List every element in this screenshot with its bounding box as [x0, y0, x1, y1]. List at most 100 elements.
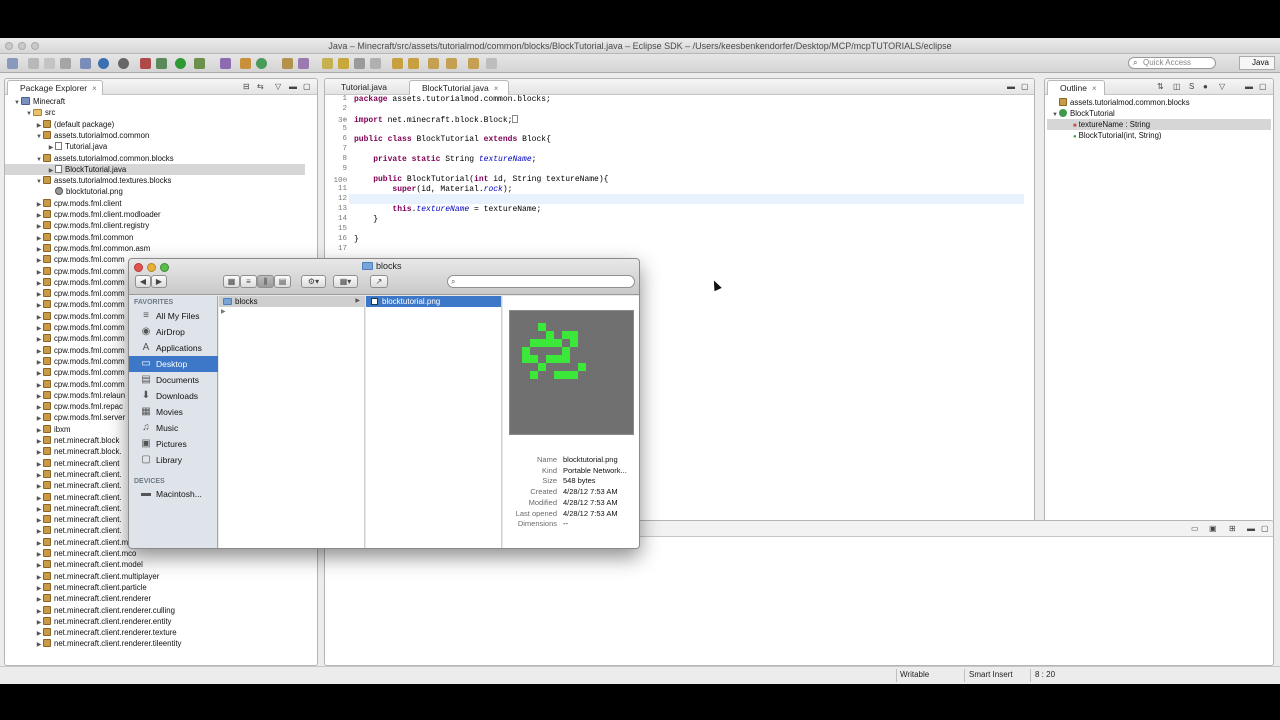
tree-item[interactable]: ▶ net.minecraft.client. [5, 503, 122, 514]
tree-item[interactable]: ▶ net.minecraft.client.renderer.entity [5, 616, 171, 627]
column-item-blocktutorial-png[interactable]: blocktutorial.png [366, 296, 501, 307]
tab-tutorial-java[interactable]: Tutorial.java [329, 80, 405, 95]
maximize-icon[interactable]: ▢ [1259, 82, 1267, 91]
tree-item[interactable]: ▶ net.minecraft.client.particle [5, 582, 147, 593]
tree-item[interactable]: ▶ net.minecraft.client.renderer [5, 593, 151, 604]
maximize-icon[interactable]: ▢ [303, 82, 311, 91]
tree-item[interactable]: ▶ net.minecraft.block [5, 435, 119, 446]
forward-icon[interactable] [446, 58, 457, 69]
close-icon[interactable]: × [92, 84, 97, 93]
view-menu-icon[interactable]: ▽ [275, 82, 281, 91]
tree-item[interactable]: ▶ cpw.mods.fml.comm [5, 367, 125, 378]
tree-item[interactable]: ▶ net.minecraft.client [5, 458, 119, 469]
tree-item[interactable]: ▶ cpw.mods.fml.comm [5, 322, 125, 333]
cover-flow-button[interactable]: ▤ [274, 275, 291, 288]
tab-package-explorer[interactable]: Package Explorer × [7, 80, 103, 95]
pin-icon[interactable] [486, 58, 497, 69]
close-window-icon[interactable] [5, 42, 13, 50]
hide-nonpublic-icon[interactable]: ● [1203, 82, 1208, 91]
close-icon[interactable]: × [494, 84, 499, 93]
skip-breakpoints-icon[interactable] [118, 58, 129, 69]
open-type-icon[interactable] [80, 58, 91, 69]
tree-item[interactable]: ▶ Tutorial.java [5, 141, 107, 152]
tree-item[interactable]: ▶ net.minecraft.client.renderer.tileentit… [5, 638, 181, 649]
debug-icon[interactable] [140, 58, 151, 69]
tree-item[interactable]: ▶ net.minecraft.client. [5, 469, 122, 480]
collapse-all-icon[interactable]: ⊟ [243, 82, 250, 91]
tree-item[interactable]: ▶ cpw.mods.fml.client.registry [5, 220, 149, 231]
sidebar-item-downloads[interactable]: ⬇ Downloads [129, 388, 218, 404]
tree-item[interactable]: ▶ net.minecraft.client. [5, 480, 122, 491]
tree-item[interactable]: ▶ cpw.mods.fml.comm [5, 333, 125, 344]
folded-code-icon[interactable] [512, 115, 519, 123]
tree-item[interactable]: ▶ cpw.mods.fml.comm [5, 254, 125, 265]
print-icon[interactable] [60, 58, 71, 69]
sidebar-item-music[interactable]: ♫ Music [129, 420, 218, 436]
tree-item[interactable]: ▶ cpw.mods.fml.server [5, 412, 125, 423]
tree-item[interactable]: ▶ ibxm [5, 424, 70, 435]
new-class-icon[interactable] [256, 58, 267, 69]
action-menu-button[interactable]: ⚙▾ [301, 275, 326, 288]
console-icon[interactable]: ▭ [1191, 524, 1199, 533]
open-folder-icon[interactable] [282, 58, 293, 69]
tree-item[interactable]: ▼ assets.tutorialmod.common [5, 130, 149, 141]
tree-item[interactable]: ▶ cpw.mods.fml.common [5, 232, 133, 243]
next-annotation-icon[interactable] [392, 58, 403, 69]
previous-annotation-icon[interactable] [408, 58, 419, 69]
hide-static-icon[interactable]: S [1189, 82, 1194, 91]
tree-item[interactable]: ▶ net.minecraft.block. [5, 446, 122, 457]
tree-item[interactable]: ▼ assets.tutorialmod.textures.blocks [5, 175, 171, 186]
close-icon[interactable]: × [1092, 84, 1097, 93]
outline-item-package[interactable]: assets.tutorialmod.common.blocks [1059, 97, 1190, 108]
sidebar-item-library[interactable]: ▢ Library [129, 452, 218, 468]
minimize-icon[interactable]: ▬ [289, 82, 297, 91]
tree-item[interactable]: ▶ cpw.mods.fml.relaun [5, 390, 125, 401]
tree-item[interactable]: ▶ (default package) [5, 119, 114, 130]
quick-access-field[interactable]: ⌕ Quick Access [1128, 57, 1216, 69]
new-icon[interactable] [7, 58, 18, 69]
sidebar-item-macintosh[interactable]: ▬ Macintosh... [129, 486, 218, 502]
column-item-blocks[interactable]: blocks ▶ [219, 296, 364, 307]
tree-item[interactable]: ▼ Minecraft [5, 96, 65, 107]
maximize-icon[interactable]: ▢ [1021, 82, 1029, 91]
open-console-icon[interactable]: ⊞ [1229, 524, 1236, 533]
tree-item[interactable]: ▶ cpw.mods.fml.comm [5, 345, 125, 356]
close-button[interactable] [134, 263, 143, 272]
tree-item[interactable]: ▶ cpw.mods.fml.comm [5, 299, 125, 310]
share-button[interactable]: ↗ [370, 275, 388, 288]
outline-item-class[interactable]: ▼ BlockTutorial [1051, 108, 1115, 119]
external-tools-icon[interactable] [194, 58, 205, 69]
zoom-button[interactable] [160, 263, 169, 272]
tab-blocktutorial-java[interactable]: BlockTutorial.java × [409, 80, 509, 95]
new-java-project-icon[interactable] [220, 58, 231, 69]
tree-item[interactable]: ▶ net.minecraft.client. [5, 525, 122, 536]
zoom-window-icon[interactable] [31, 42, 39, 50]
tree-item[interactable]: ▶ net.minecraft.client. [5, 492, 122, 503]
block-selection-icon[interactable] [370, 58, 381, 69]
highlight-icon[interactable] [338, 58, 349, 69]
new-package-icon[interactable] [240, 58, 251, 69]
tree-item[interactable]: ▼ assets.tutorialmod.common.blocks [5, 153, 174, 164]
java-perspective-button[interactable]: Java [1239, 56, 1275, 70]
tree-item[interactable]: ▶ net.minecraft.client.mco [5, 548, 136, 559]
minimize-window-icon[interactable] [18, 42, 26, 50]
sidebar-item-airdrop[interactable]: ◉ AirDrop [129, 324, 218, 340]
tree-item[interactable]: ▶ cpw.mods.fml.repac [5, 401, 123, 412]
finder-search-field[interactable]: ⌕ [447, 275, 635, 288]
column-view-button[interactable]: ⫼ [257, 275, 274, 288]
tree-item[interactable]: ▶ cpw.mods.fml.comm [5, 379, 125, 390]
tree-item[interactable]: ▶ net.minecraft.client.renderer.culling [5, 605, 175, 616]
maximize-icon[interactable]: ▢ [1261, 524, 1269, 533]
tree-item[interactable]: ▶ cpw.mods.fml.comm [5, 356, 125, 367]
link-with-editor-icon[interactable]: ⇆ [257, 82, 264, 91]
sidebar-item-all-my-files[interactable]: ≡ All My Files [129, 308, 218, 324]
tree-item[interactable]: ▶ cpw.mods.fml.common.asm [5, 243, 150, 254]
sidebar-item-movies[interactable]: ▦ Movies [129, 404, 218, 420]
outline-item-field[interactable]: ■ textureName : String [1047, 119, 1271, 131]
show-whitespace-icon[interactable] [354, 58, 365, 69]
sidebar-item-applications[interactable]: A Applications [129, 340, 218, 356]
tree-item[interactable]: ▶ BlockTutorial.java [5, 163, 305, 176]
minimize-icon[interactable]: ▬ [1247, 524, 1255, 533]
tree-item[interactable]: ▶ net.minecraft.client.multiplayer [5, 571, 159, 582]
run-icon[interactable] [175, 58, 186, 69]
